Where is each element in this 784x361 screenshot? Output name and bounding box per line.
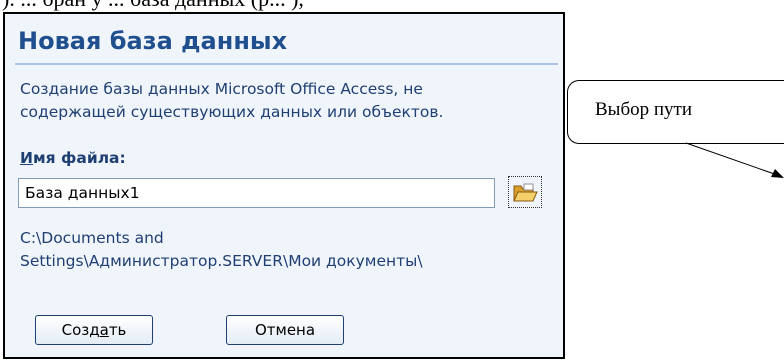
callout-arrow-head [771,169,784,178]
callout-arrow-line [685,142,781,177]
callout-arrow [685,142,784,178]
